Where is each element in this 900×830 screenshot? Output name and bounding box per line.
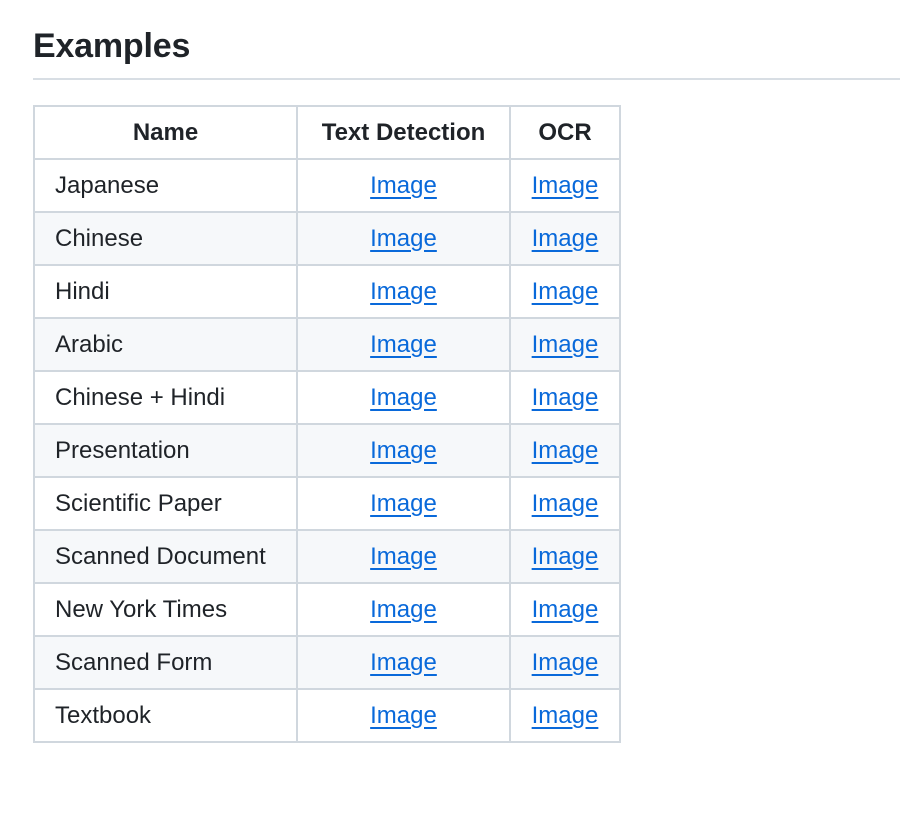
text-detection-image-link[interactable]: Image xyxy=(370,596,437,623)
table-row: Arabic Image Image xyxy=(33,317,621,372)
ocr-cell: Image xyxy=(509,317,621,372)
table-header-row: Name Text Detection OCR xyxy=(33,105,621,160)
text-detection-image-link[interactable]: Image xyxy=(370,225,437,252)
table-row: Scientific Paper Image Image xyxy=(33,476,621,531)
detection-cell: Image xyxy=(296,317,511,372)
text-detection-image-link[interactable]: Image xyxy=(370,278,437,305)
row-name: Japanese xyxy=(33,158,298,213)
row-name: Hindi xyxy=(33,264,298,319)
ocr-image-link[interactable]: Image xyxy=(532,543,599,570)
ocr-image-link[interactable]: Image xyxy=(532,649,599,676)
ocr-cell: Image xyxy=(509,264,621,319)
text-detection-image-link[interactable]: Image xyxy=(370,437,437,464)
ocr-image-link[interactable]: Image xyxy=(532,331,599,358)
text-detection-image-link[interactable]: Image xyxy=(370,331,437,358)
table-row: Chinese + Hindi Image Image xyxy=(33,370,621,425)
text-detection-image-link[interactable]: Image xyxy=(370,490,437,517)
text-detection-image-link[interactable]: Image xyxy=(370,384,437,411)
text-detection-image-link[interactable]: Image xyxy=(370,702,437,729)
row-name: Scanned Document xyxy=(33,529,298,584)
detection-cell: Image xyxy=(296,688,511,743)
row-name: Textbook xyxy=(33,688,298,743)
ocr-cell: Image xyxy=(509,370,621,425)
heading-divider xyxy=(33,78,900,80)
ocr-image-link[interactable]: Image xyxy=(532,278,599,305)
text-detection-image-link[interactable]: Image xyxy=(370,543,437,570)
page: Examples Name Text Detection OCR Japanes… xyxy=(0,0,900,830)
section-heading: Examples xyxy=(33,27,191,65)
ocr-cell: Image xyxy=(509,529,621,584)
ocr-cell: Image xyxy=(509,688,621,743)
table-row: Presentation Image Image xyxy=(33,423,621,478)
ocr-image-link[interactable]: Image xyxy=(532,384,599,411)
text-detection-image-link[interactable]: Image xyxy=(370,172,437,199)
detection-cell: Image xyxy=(296,211,511,266)
detection-cell: Image xyxy=(296,370,511,425)
ocr-image-link[interactable]: Image xyxy=(532,172,599,199)
table-row: Japanese Image Image xyxy=(33,158,621,213)
row-name: Chinese xyxy=(33,211,298,266)
table-body: Japanese Image Image Chinese Image Image Hindi… xyxy=(33,158,621,743)
table-row: Scanned Form Image Image xyxy=(33,635,621,690)
detection-cell: Image xyxy=(296,264,511,319)
row-name: Scanned Form xyxy=(33,635,298,690)
row-name: Presentation xyxy=(33,423,298,478)
ocr-cell: Image xyxy=(509,423,621,478)
ocr-cell: Image xyxy=(509,582,621,637)
ocr-cell: Image xyxy=(509,635,621,690)
column-header-ocr: OCR xyxy=(509,105,621,160)
ocr-image-link[interactable]: Image xyxy=(532,702,599,729)
detection-cell: Image xyxy=(296,582,511,637)
detection-cell: Image xyxy=(296,158,511,213)
text-detection-image-link[interactable]: Image xyxy=(370,649,437,676)
column-header-name: Name xyxy=(33,105,298,160)
ocr-image-link[interactable]: Image xyxy=(532,225,599,252)
row-name: Chinese + Hindi xyxy=(33,370,298,425)
row-name: Arabic xyxy=(33,317,298,372)
ocr-cell: Image xyxy=(509,211,621,266)
detection-cell: Image xyxy=(296,529,511,584)
column-header-text-detection: Text Detection xyxy=(296,105,511,160)
row-name: New York Times xyxy=(33,582,298,637)
table-row: New York Times Image Image xyxy=(33,582,621,637)
ocr-cell: Image xyxy=(509,476,621,531)
ocr-image-link[interactable]: Image xyxy=(532,437,599,464)
detection-cell: Image xyxy=(296,476,511,531)
detection-cell: Image xyxy=(296,423,511,478)
ocr-cell: Image xyxy=(509,158,621,213)
table-row: Hindi Image Image xyxy=(33,264,621,319)
ocr-image-link[interactable]: Image xyxy=(532,490,599,517)
table-row: Scanned Document Image Image xyxy=(33,529,621,584)
ocr-image-link[interactable]: Image xyxy=(532,596,599,623)
row-name: Scientific Paper xyxy=(33,476,298,531)
detection-cell: Image xyxy=(296,635,511,690)
table-row: Chinese Image Image xyxy=(33,211,621,266)
examples-table: Name Text Detection OCR Japanese Image Ima… xyxy=(33,105,621,743)
table-row: Textbook Image Image xyxy=(33,688,621,743)
